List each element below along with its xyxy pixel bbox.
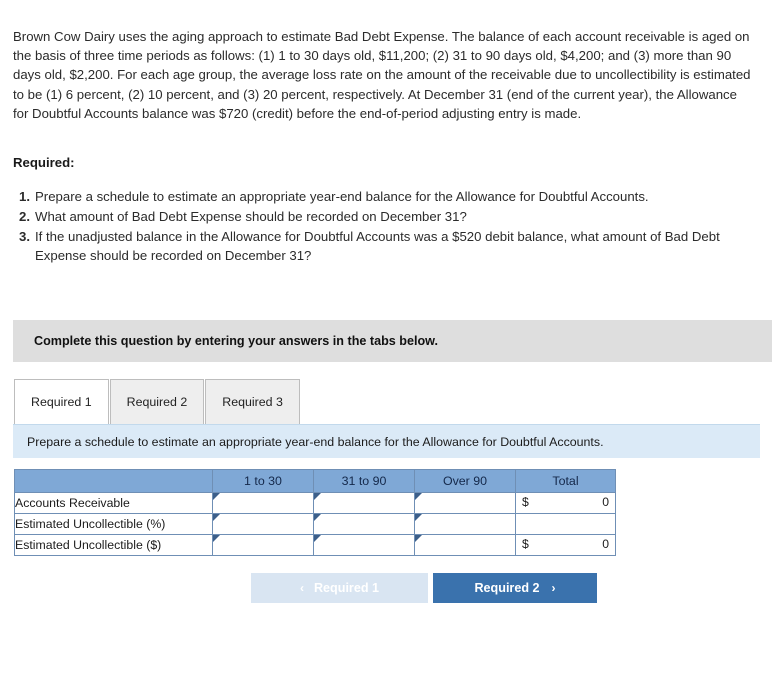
tab-required-2-label: Required 2 [126,395,188,409]
instruction-bar-text: Complete this question by entering your … [34,334,438,348]
required-item-1: 1. Prepare a schedule to estimate an app… [13,187,733,206]
tab-bar: Required 1 Required 2 Required 3 [14,379,301,424]
schedule-table: 1 to 30 31 to 90 Over 90 Total Accounts … [14,469,616,556]
input-uncollectible-pct-over-90[interactable] [414,513,516,535]
cell-marker-icon [314,514,321,521]
total-uncollectible-pct [515,513,616,535]
required-item-2-text: What amount of Bad Debt Expense should b… [35,209,467,224]
input-accounts-receivable-1-to-30[interactable] [212,492,314,514]
input-uncollectible-amt-over-90[interactable] [414,534,516,556]
column-header-over-90: Over 90 [414,469,516,493]
next-required-button[interactable]: Required 2 › [433,573,597,603]
column-header-total: Total [515,469,616,493]
row-label-estimated-uncollectible-amt: Estimated Uncollectible ($) [14,534,213,556]
cell-marker-icon [415,493,422,500]
required-list: 1. Prepare a schedule to estimate an app… [13,187,733,266]
input-uncollectible-amt-31-to-90[interactable] [313,534,415,556]
schedule-table-wrapper: 1 to 30 31 to 90 Over 90 Total Accounts … [14,469,616,556]
requirement-bar-text: Prepare a schedule to estimate an approp… [27,434,604,449]
required-item-3-text: If the unadjusted balance in the Allowan… [35,229,720,263]
cell-marker-icon [415,514,422,521]
input-uncollectible-pct-1-to-30[interactable] [212,513,314,535]
instruction-bar: Complete this question by entering your … [13,320,772,362]
previous-required-button-label: Required 1 [313,581,380,595]
column-header-31-to-90: 31 to 90 [313,469,415,493]
input-uncollectible-pct-31-to-90[interactable] [313,513,415,535]
cell-marker-icon [415,535,422,542]
tab-required-3-label: Required 3 [222,395,283,409]
input-uncollectible-amt-1-to-30[interactable] [212,534,314,556]
requirement-bar: Prepare a schedule to estimate an approp… [13,424,760,458]
column-header-1-to-30: 1 to 30 [212,469,314,493]
chevron-left-icon: ‹ [299,581,304,595]
required-item-1-text: Prepare a schedule to estimate an approp… [35,189,649,204]
required-item-2: 2. What amount of Bad Debt Expense shoul… [13,207,733,226]
question-page: Brown Cow Dairy uses the aging approach … [0,0,772,686]
chevron-right-icon: › [551,581,556,595]
required-item-3-number: 3. [19,229,30,244]
schedule-table-header-row: 1 to 30 31 to 90 Over 90 Total [14,469,616,493]
table-row: Accounts Receivable $ 0 [14,492,616,514]
input-accounts-receivable-over-90[interactable] [414,492,516,514]
total-uncollectible-amt: $ 0 [515,534,616,556]
previous-required-button[interactable]: ‹ Required 1 [251,573,428,603]
cell-marker-icon [213,493,220,500]
input-accounts-receivable-31-to-90[interactable] [313,492,415,514]
required-item-1-number: 1. [19,189,30,204]
next-required-button-label: Required 2 [474,581,540,595]
cell-marker-icon [213,535,220,542]
total-currency-symbol: $ [522,537,529,551]
total-currency-symbol: $ [522,495,529,509]
tab-required-1-label: Required 1 [31,395,92,409]
tab-required-1[interactable]: Required 1 [14,379,109,424]
table-row: Estimated Uncollectible (%) [14,513,616,535]
total-value: 0 [602,495,609,509]
tab-required-3[interactable]: Required 3 [205,379,300,424]
required-item-3: 3. If the unadjusted balance in the Allo… [13,227,733,265]
cell-marker-icon [314,535,321,542]
navigation-buttons: ‹ Required 1 Required 2 › [251,573,597,603]
problem-statement: Brown Cow Dairy uses the aging approach … [13,29,751,121]
required-item-2-number: 2. [19,209,30,224]
tab-required-2[interactable]: Required 2 [109,379,205,424]
cell-marker-icon [314,493,321,500]
total-value: 0 [602,537,609,551]
required-heading: Required: [13,155,75,170]
cell-marker-icon [213,514,220,521]
row-label-accounts-receivable: Accounts Receivable [14,492,213,514]
row-label-estimated-uncollectible-pct: Estimated Uncollectible (%) [14,513,213,535]
table-row: Estimated Uncollectible ($) $ 0 [14,534,616,556]
column-header-blank [14,469,213,493]
total-accounts-receivable: $ 0 [515,492,616,514]
